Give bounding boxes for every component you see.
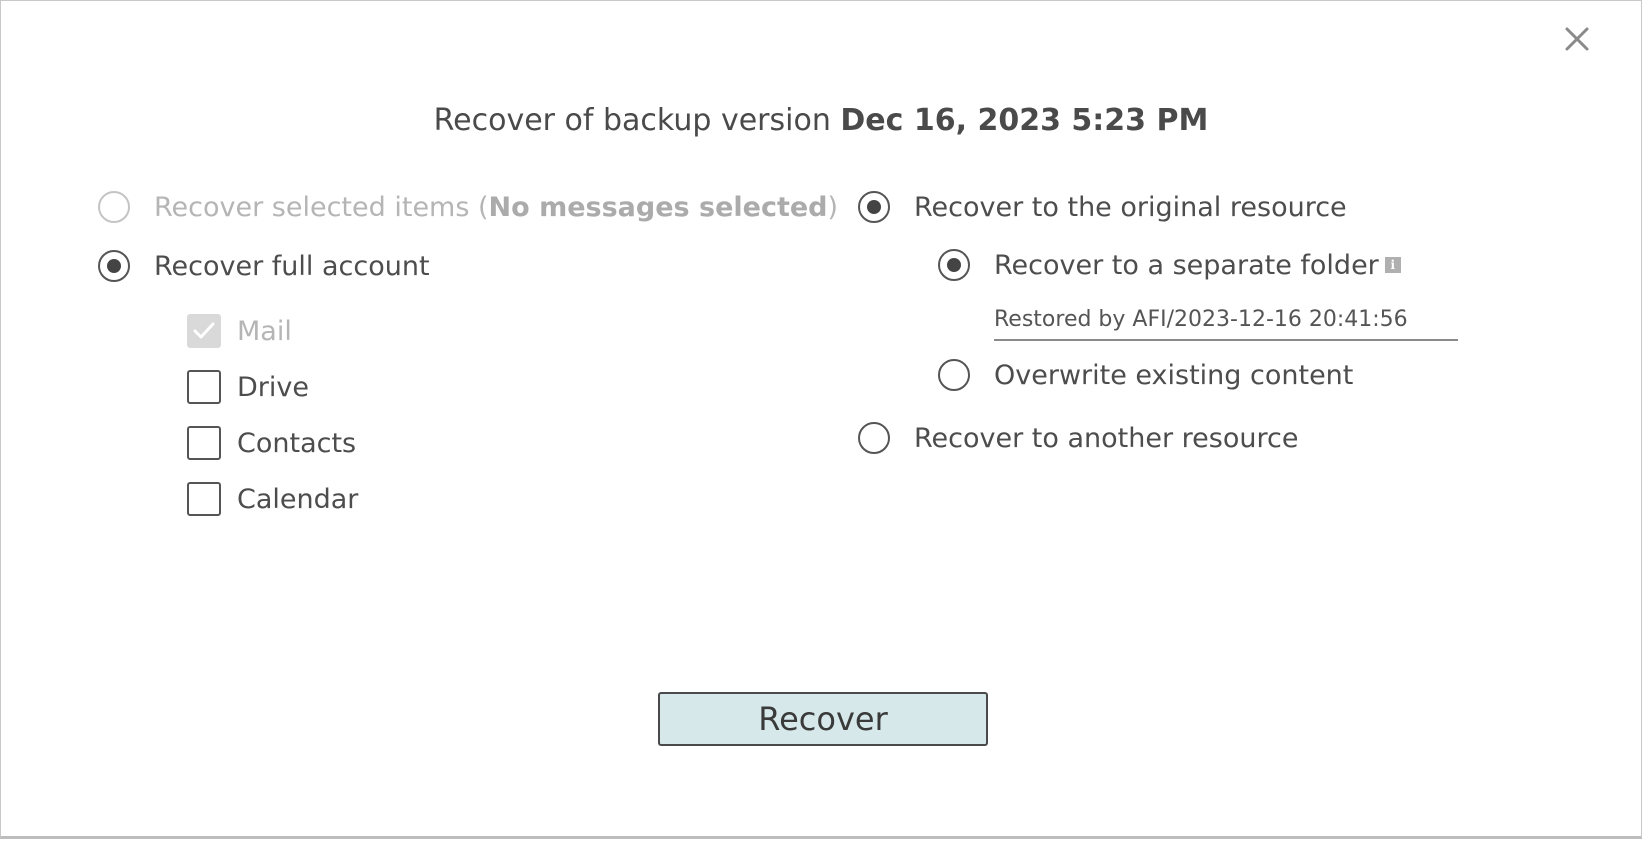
recover-selected-items-radio[interactable] <box>98 191 130 223</box>
separate-folder-name-input[interactable] <box>994 299 1458 341</box>
recover-full-account-label: Recover full account <box>154 250 430 282</box>
recover-original-resource-option[interactable]: Recover to the original resource <box>858 191 1347 223</box>
service-mail-option[interactable]: Mail <box>187 314 292 348</box>
title-version: Dec 16, 2023 5:23 PM <box>840 103 1209 138</box>
drive-checkbox[interactable] <box>187 370 221 404</box>
mail-checkbox[interactable] <box>187 314 221 348</box>
recover-another-resource-radio[interactable] <box>858 422 890 454</box>
calendar-checkbox[interactable] <box>187 482 221 516</box>
recover-button[interactable]: Recover <box>658 692 988 746</box>
checkmark-icon <box>193 322 215 339</box>
recover-original-resource-radio[interactable] <box>858 191 890 223</box>
recover-original-resource-label: Recover to the original resource <box>914 191 1347 223</box>
recover-full-account-option[interactable]: Recover full account <box>98 250 430 282</box>
mail-label: Mail <box>237 315 292 347</box>
recover-another-resource-label: Recover to another resource <box>914 422 1299 454</box>
calendar-label: Calendar <box>237 483 359 515</box>
dialog-title: Recover of backup version Dec 16, 2023 5… <box>1 103 1641 138</box>
contacts-checkbox[interactable] <box>187 426 221 460</box>
contacts-label: Contacts <box>237 427 357 459</box>
recover-full-account-radio[interactable] <box>98 250 130 282</box>
service-contacts-option[interactable]: Contacts <box>187 426 356 460</box>
recover-selected-items-label: Recover selected items (No messages sele… <box>154 191 839 223</box>
recover-dialog: Recover of backup version Dec 16, 2023 5… <box>0 0 1642 839</box>
recover-separate-folder-radio[interactable] <box>938 249 970 281</box>
drive-label: Drive <box>237 371 309 403</box>
recover-separate-folder-option[interactable]: Recover to a separate folder i <box>938 249 1401 281</box>
service-calendar-option[interactable]: Calendar <box>187 482 358 516</box>
service-drive-option[interactable]: Drive <box>187 370 309 404</box>
title-prefix: Recover of backup version <box>433 103 831 138</box>
recover-separate-folder-label: Recover to a separate folder <box>994 249 1379 281</box>
overwrite-existing-radio[interactable] <box>938 359 970 391</box>
info-icon[interactable]: i <box>1384 257 1401 273</box>
close-icon <box>1565 27 1589 51</box>
recover-another-resource-option[interactable]: Recover to another resource <box>858 422 1298 454</box>
overwrite-existing-option[interactable]: Overwrite existing content <box>938 359 1353 391</box>
overwrite-existing-label: Overwrite existing content <box>994 359 1354 391</box>
recover-selected-items-option[interactable]: Recover selected items (No messages sele… <box>98 191 838 223</box>
close-button[interactable] <box>1561 23 1593 55</box>
